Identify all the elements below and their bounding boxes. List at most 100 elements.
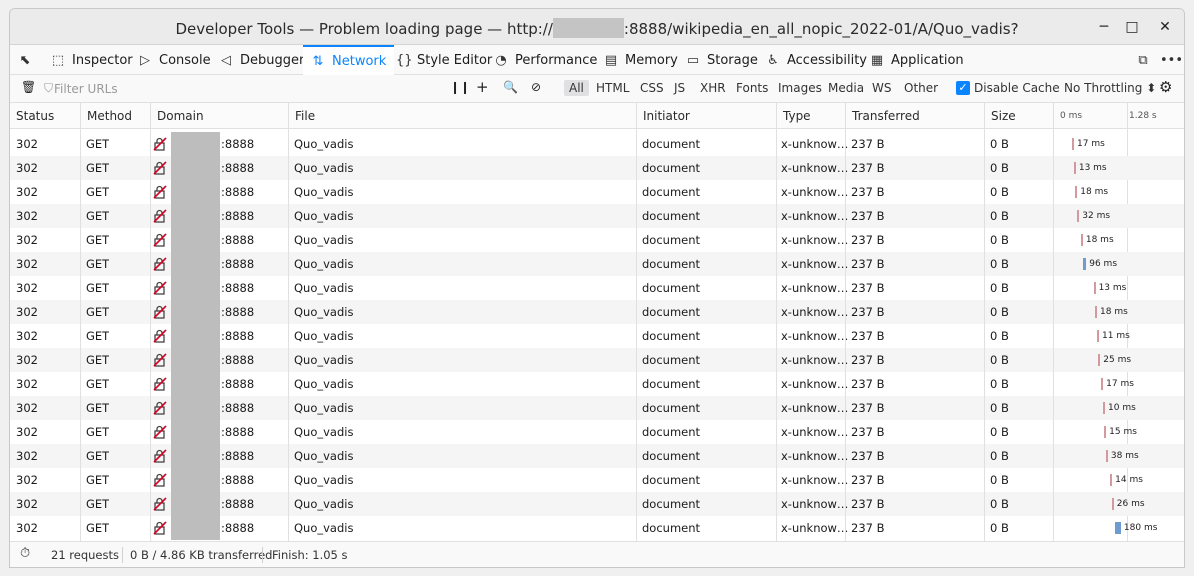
element-picker-button[interactable]: ⬉	[18, 45, 39, 75]
table-row[interactable]: 302 GET:8888 Quo_vadis document x-unknow… 237…	[10, 276, 1184, 300]
tab-inspector[interactable]: ⬚ Inspector	[43, 45, 141, 75]
column-header-domain[interactable]: Domain	[150, 103, 288, 129]
column-header-status[interactable]: Status	[10, 103, 80, 129]
size-cell: 0 B	[990, 257, 1009, 271]
table-row[interactable]: 302 GET:8888 Quo_vadis document x-unknow… 237…	[10, 132, 1184, 156]
type-cell: x-unknow…	[781, 161, 849, 175]
filter-type-fonts[interactable]: Fonts	[736, 81, 768, 95]
column-header-size[interactable]: Size	[984, 103, 1053, 129]
maximize-button[interactable]: □	[1121, 17, 1143, 37]
type-cell: x-unknow…	[781, 401, 849, 415]
table-row[interactable]: 302 GET:8888 Quo_vadis document x-unknow… 237…	[10, 300, 1184, 324]
transferred-cell: 237 B	[851, 185, 885, 199]
table-row[interactable]: 302 GET:8888 Quo_vadis document x-unknow… 237…	[10, 252, 1184, 276]
column-header-initiator[interactable]: Initiator	[636, 103, 776, 129]
filter-type-js[interactable]: JS	[674, 81, 685, 95]
status-cell: 302	[16, 257, 38, 271]
table-row[interactable]: 302 GET:8888 Quo_vadis document x-unknow… 237…	[10, 156, 1184, 180]
filter-type-other[interactable]: Other	[904, 81, 938, 95]
more-icon: •••	[1160, 52, 1184, 68]
tab-style-editor[interactable]: {} Style Editor	[388, 45, 500, 75]
disable-cache-checkbox[interactable]: ✓	[956, 81, 970, 95]
devtools-toolbar: ⬉ ⬚ Inspector ▷ Console ◁ Debugger ⇅ Network{} S…	[10, 45, 1184, 75]
filter-type-xhr[interactable]: XHR	[700, 81, 726, 95]
tab-console[interactable]: ▷ Console	[130, 45, 219, 75]
table-row[interactable]: 302 GET:8888 Quo_vadis document x-unknow… 237…	[10, 180, 1184, 204]
size-cell: 0 B	[990, 281, 1009, 295]
table-row[interactable]: 302 GET:8888 Quo_vadis document x-unknow… 237…	[10, 516, 1184, 540]
tab-label: Inspector	[72, 52, 133, 68]
filter-urls-input[interactable]: Filter URLs	[54, 82, 118, 96]
filter-type-html[interactable]: HTML	[596, 81, 629, 95]
table-row[interactable]: 302 GET:8888 Quo_vadis document x-unknow… 237…	[10, 444, 1184, 468]
dock-button[interactable]: ⧉	[1136, 45, 1157, 75]
table-row[interactable]: 302 GET:8888 Quo_vadis document x-unknow… 237…	[10, 468, 1184, 492]
filter-type-all[interactable]: All	[564, 80, 589, 96]
type-cell: x-unknow…	[781, 137, 849, 151]
search-button[interactable]: 🔍	[503, 80, 518, 94]
method-cell: GET	[86, 401, 110, 415]
method-cell: GET	[86, 137, 110, 151]
type-cell: x-unknow…	[781, 521, 849, 535]
column-header-method[interactable]: Method	[80, 103, 150, 129]
domain-cell: :8888	[221, 281, 255, 295]
insecure-lock-icon	[153, 521, 167, 535]
redacted-domain	[171, 204, 220, 228]
waterfall-time-label: 18 ms	[1080, 187, 1109, 197]
add-filter-button[interactable]: +	[476, 78, 489, 96]
tab-label: Performance	[515, 52, 598, 68]
devtools-window: Developer Tools — Problem loading page —…	[9, 8, 1185, 568]
block-button[interactable]: ⊘	[531, 80, 541, 94]
insecure-lock-icon	[153, 497, 167, 511]
domain-cell: :8888	[221, 305, 255, 319]
minimize-button[interactable]: ─	[1093, 17, 1115, 37]
insecure-lock-icon	[153, 185, 167, 199]
size-cell: 0 B	[990, 353, 1009, 367]
more-options-button[interactable]: •••	[1160, 45, 1184, 75]
throttling-select[interactable]: No Throttling ⬍	[1064, 81, 1156, 95]
tab-performance[interactable]: ◔ Performance	[486, 45, 605, 75]
method-cell: GET	[86, 449, 110, 463]
tab-application[interactable]: ▦ Application	[862, 45, 972, 75]
domain-cell: :8888	[221, 473, 255, 487]
table-row[interactable]: 302 GET:8888 Quo_vadis document x-unknow… 237…	[10, 348, 1184, 372]
table-row[interactable]: 302 GET:8888 Quo_vadis document x-unknow… 237…	[10, 324, 1184, 348]
transferred-cell: 237 B	[851, 521, 885, 535]
size-cell: 0 B	[990, 161, 1009, 175]
waterfall-time-label: 180 ms	[1123, 523, 1158, 533]
redacted-domain	[171, 324, 220, 348]
table-row[interactable]: 302 GET:8888 Quo_vadis document x-unknow… 237…	[10, 204, 1184, 228]
transferred-summary: 0 B / 4.86 KB transferred	[130, 548, 273, 562]
table-row[interactable]: 302 GET:8888 Quo_vadis document x-unknow… 237…	[10, 420, 1184, 444]
table-row[interactable]: 302 GET:8888 Quo_vadis document x-unknow… 237…	[10, 396, 1184, 420]
waterfall-time-label: 18 ms	[1085, 235, 1114, 245]
console-icon: ▷	[140, 52, 150, 68]
tab-debugger[interactable]: ◁ Debugger	[211, 45, 312, 75]
filter-type-images[interactable]: Images	[778, 81, 822, 95]
settings-button[interactable]: ⚙	[1159, 78, 1172, 96]
column-header-transferred[interactable]: Transferred	[845, 103, 984, 129]
waterfall-time-label: 26 ms	[1116, 499, 1145, 509]
redacted-domain	[171, 420, 220, 444]
table-row[interactable]: 302 GET:8888 Quo_vadis document x-unknow… 237…	[10, 228, 1184, 252]
pause-button[interactable]: ❙❙	[450, 80, 470, 94]
table-row[interactable]: 302 GET:8888 Quo_vadis document x-unknow… 237…	[10, 492, 1184, 516]
file-cell: Quo_vadis	[294, 401, 354, 415]
table-row[interactable]: 302 GET:8888 Quo_vadis document x-unknow… 237…	[10, 372, 1184, 396]
filter-type-media[interactable]: Media	[828, 81, 864, 95]
tab-storage[interactable]: ▭ Storage	[678, 45, 766, 75]
tab-accessibility[interactable]: ♿ Accessibility	[758, 45, 875, 75]
clear-button[interactable]: 🗑	[21, 80, 36, 94]
close-button[interactable]: ✕	[1154, 17, 1176, 37]
status-cell: 302	[16, 449, 38, 463]
filter-type-ws[interactable]: WS	[872, 81, 891, 95]
tab-memory[interactable]: ▤ Memory	[596, 45, 686, 75]
column-header-file[interactable]: File	[288, 103, 636, 129]
search-icon: 🔍	[503, 80, 518, 94]
file-cell: Quo_vadis	[294, 353, 354, 367]
size-cell: 0 B	[990, 449, 1009, 463]
filter-type-css[interactable]: CSS	[640, 81, 664, 95]
redacted-domain	[171, 252, 220, 276]
tab-network[interactable]: ⇅ Network	[303, 45, 395, 75]
column-header-type[interactable]: Type	[776, 103, 845, 129]
